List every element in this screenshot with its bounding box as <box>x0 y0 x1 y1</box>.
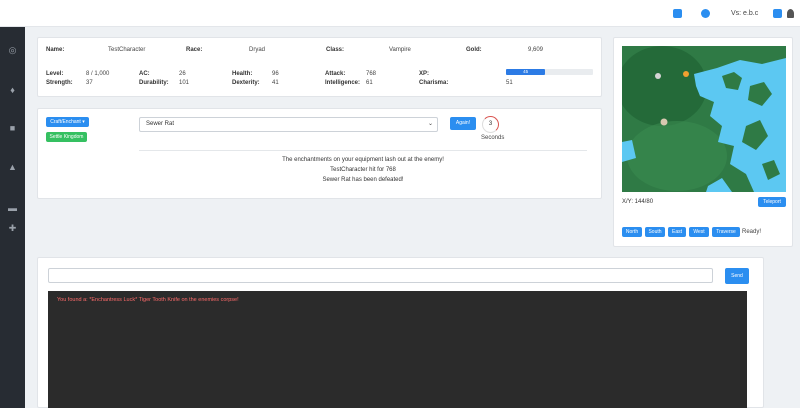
name-label: Name: <box>46 47 65 53</box>
attack-again-button[interactable]: Again! <box>450 117 476 130</box>
map-coordinates: X/Y: 144/80 <box>622 199 654 205</box>
move-south-button[interactable]: South <box>645 227 665 237</box>
user-icon[interactable] <box>787 9 794 18</box>
combat-message: The enchantments on your equipment lash … <box>282 157 444 163</box>
charisma-value: 51 <box>506 80 513 86</box>
attack-label: Attack: <box>325 71 346 77</box>
gold-value: 9,609 <box>528 47 544 53</box>
intelligence-value: 61 <box>366 80 373 86</box>
attack-timer: 3 <box>482 116 499 133</box>
durability-label: Durability: <box>139 80 169 86</box>
xp-progress-fill: 45 <box>506 69 546 75</box>
combat-message: TestCharacter hit for 768 <box>330 167 396 173</box>
version-label: Vs: e.b.c <box>731 10 759 17</box>
chat-console[interactable]: You found a: *Enchantress Luck* Tiger To… <box>48 291 747 408</box>
charisma-label: Charisma: <box>419 80 449 86</box>
chat-message: You found a: *Enchantress Luck* Tiger To… <box>57 297 239 303</box>
chat-icon[interactable] <box>773 9 782 18</box>
name-value: TestCharacter <box>108 47 146 53</box>
github-icon[interactable] <box>701 9 710 18</box>
xp-progress-bar: 45 <box>506 69 593 75</box>
gold-label: Gold: <box>466 47 482 53</box>
combat-message: Sewer Rat has been defeated! <box>322 177 404 183</box>
intelligence-label: Intelligence: <box>325 80 361 86</box>
durability-value: 101 <box>179 80 190 86</box>
strength-label: Strength: <box>46 80 73 86</box>
move-north-button[interactable]: North <box>622 227 642 237</box>
race-value: Dryad <box>249 47 266 53</box>
xp-label: XP: <box>419 71 430 77</box>
craft-enchant-dropdown[interactable]: Craft/Enchant ▾ <box>46 117 89 127</box>
chat-input[interactable] <box>48 268 713 283</box>
dexterity-label: Dexterity: <box>232 80 260 86</box>
settle-kingdom-button[interactable]: Settle Kingdom <box>46 132 87 142</box>
ac-value: 26 <box>179 71 186 77</box>
top-navbar: Vs: e.b.c <box>0 0 800 27</box>
monster-select[interactable]: Sewer Rat ⌄ <box>139 117 438 132</box>
combat-divider <box>139 150 587 151</box>
dexterity-value: 41 <box>272 80 279 86</box>
anvil-icon[interactable]: ▬ <box>7 204 18 213</box>
level-label: Level: <box>46 71 64 77</box>
character-stats-card <box>37 37 602 97</box>
teleport-button[interactable]: Teleport <box>758 197 786 207</box>
armor-icon[interactable]: ■ <box>7 124 18 133</box>
monster-select-value: Sewer Rat <box>146 121 175 127</box>
strength-value: 37 <box>86 80 93 86</box>
ring-icon[interactable]: ◎ <box>7 46 18 55</box>
ac-label: AC: <box>139 71 150 77</box>
potion-icon[interactable]: ♦ <box>7 86 18 95</box>
movement-status: Ready! <box>742 229 762 235</box>
boot-icon[interactable]: ▲ <box>7 163 18 172</box>
map-terrain <box>622 46 786 192</box>
world-map[interactable] <box>622 46 786 192</box>
move-west-button[interactable]: West <box>689 227 709 237</box>
class-value: Vampire <box>389 47 411 53</box>
send-button[interactable]: Send <box>725 268 749 284</box>
sidebar: ◎ ♦ ■ ▲ ▬ ✚ <box>0 27 25 408</box>
notification-icon[interactable] <box>673 9 682 18</box>
level-value: 8 / 1,000 <box>86 71 110 77</box>
move-east-button[interactable]: East <box>668 227 686 237</box>
timer-label: Seconds <box>481 135 505 141</box>
class-label: Class: <box>326 47 345 53</box>
attack-value: 768 <box>366 71 377 77</box>
health-label: Health: <box>232 71 253 77</box>
race-label: Race: <box>186 47 203 53</box>
puzzle-icon[interactable]: ✚ <box>7 224 18 233</box>
chevron-down-icon: ⌄ <box>427 121 433 127</box>
traverse-button[interactable]: Traverse <box>712 227 740 237</box>
health-value: 96 <box>272 71 279 77</box>
